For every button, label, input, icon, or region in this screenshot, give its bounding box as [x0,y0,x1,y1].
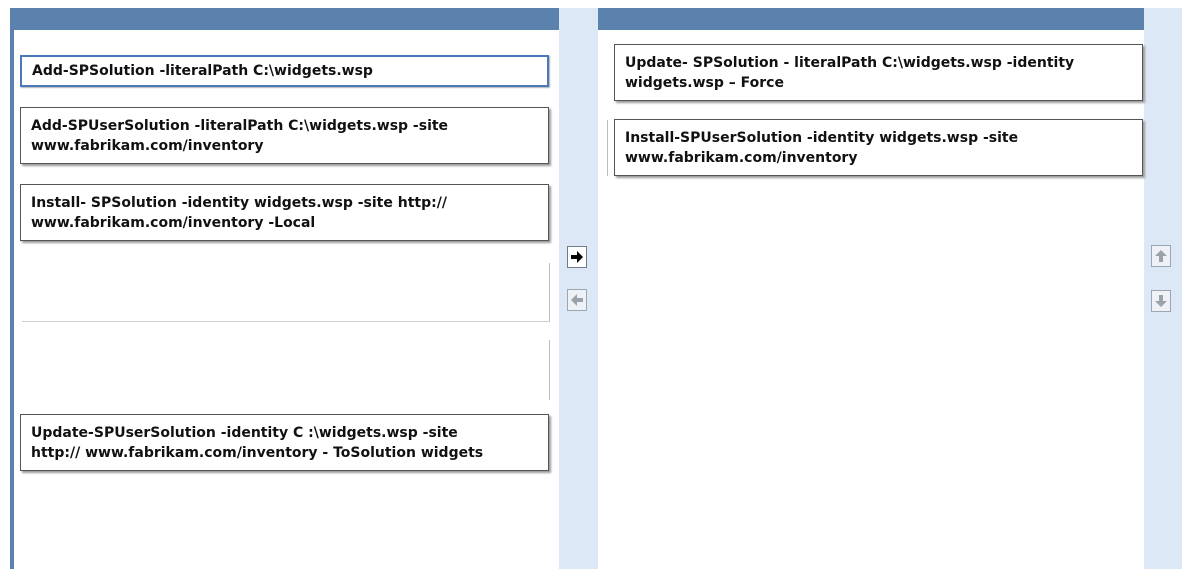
arrow-down-icon [1155,295,1167,307]
answer-item-install-spusersolution[interactable]: Install-SPUserSolution -identity widgets… [614,119,1143,176]
arrow-right-icon [571,251,583,263]
empty-slot-divider [22,321,550,322]
empty-slot-border [549,263,550,321]
source-item-install-spsolution[interactable]: Install- SPSolution -identity widgets.ws… [20,184,549,241]
move-right-button[interactable] [567,246,587,268]
source-list-panel [10,8,559,569]
source-item-add-spusersolution[interactable]: Add-SPUserSolution -literalPath C:\widge… [20,107,549,164]
empty-slot-border [549,340,550,400]
source-list-left-border [10,30,14,569]
source-list-header [10,8,559,30]
move-left-button[interactable] [567,289,587,311]
source-item-add-spsolution[interactable]: Add-SPSolution -literalPath C:\widgets.w… [20,55,549,87]
source-item-update-spusersolution[interactable]: Update-SPUserSolution -identity C :\widg… [20,414,549,471]
answer-list-header [598,8,1144,30]
arrow-left-icon [571,294,583,306]
answer-item-update-spsolution[interactable]: Update- SPSolution - literalPath C:\widg… [614,44,1143,101]
arrow-up-icon [1155,250,1167,262]
reorder-controls-strip [1144,8,1182,569]
move-up-button[interactable] [1151,245,1171,267]
answer-slot-indicator [607,120,608,176]
move-down-button[interactable] [1151,290,1171,312]
